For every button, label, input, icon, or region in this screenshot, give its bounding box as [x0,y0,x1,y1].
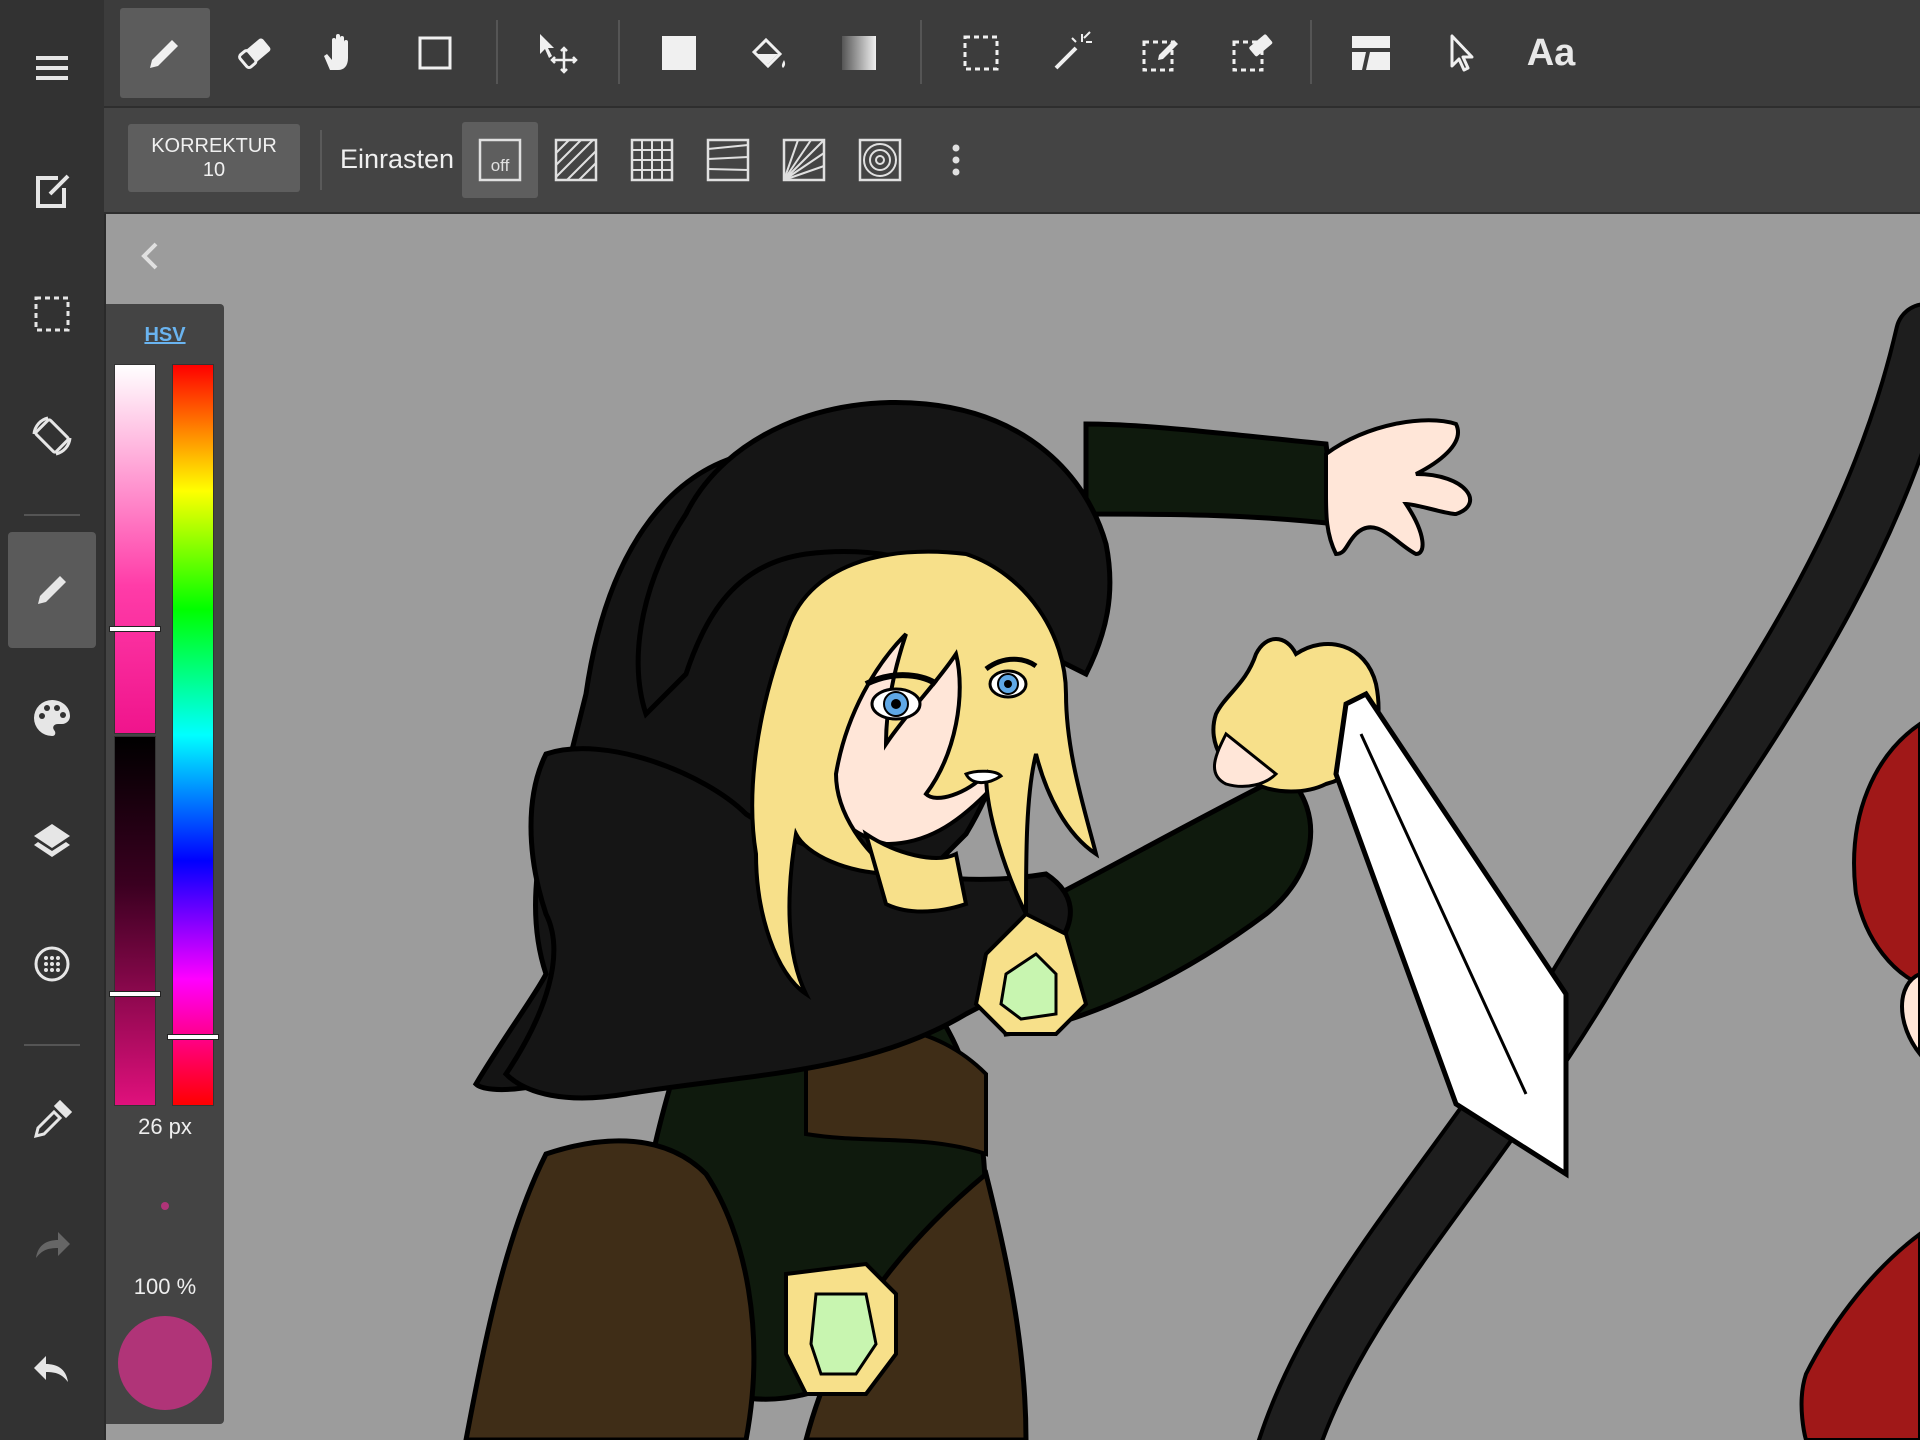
subbar-divider [320,130,322,190]
sidebar-divider [24,1044,80,1046]
snap-off-icon: off [478,138,522,182]
correction-label: KORREKTUR [151,135,277,157]
saturation-bar[interactable] [114,364,156,734]
shape-tool[interactable] [390,8,480,98]
move-tool[interactable] [512,8,602,98]
fill-rectangle-icon [662,36,696,70]
new-canvas-button[interactable] [8,134,96,250]
eyedropper-icon [33,1099,73,1139]
hue-bar[interactable] [172,364,214,1106]
redo-button[interactable] [8,1188,96,1304]
artwork [463,302,1920,1440]
select-eraser-icon [1232,34,1273,72]
shape-tool-icon [418,36,452,70]
bucket-icon [751,37,786,69]
sidebar-divider [24,514,80,516]
more-options-icon [952,144,960,176]
layers-button[interactable] [8,782,96,898]
gradient-tool[interactable] [814,8,904,98]
more-options-button[interactable] [918,122,994,198]
value-slider-handle[interactable] [109,990,161,997]
rotate-screen-icon [32,416,72,456]
snap-parallel-button[interactable] [538,122,614,198]
select-pen-tool[interactable] [1116,8,1206,98]
hand-tool[interactable] [296,8,386,98]
snap-perspective-button[interactable] [690,122,766,198]
correction-button[interactable]: KORREKTUR 10 [128,124,300,192]
brush-size-preview [161,1202,169,1210]
toolbar-divider [618,20,620,84]
palette-button[interactable] [8,660,96,776]
toolbar-divider [920,20,922,84]
select-eraser-tool[interactable] [1206,8,1296,98]
bucket-tool[interactable] [724,8,814,98]
drawing-canvas[interactable] [106,214,1920,1440]
magic-wand-icon [1054,31,1092,70]
pen-button[interactable] [8,532,96,648]
selection-icon [34,296,70,332]
eraser-tool-icon [238,38,271,70]
toolbar-divider [1310,20,1312,84]
color-panel: HSV 26 px 100 % [106,304,224,1424]
palette-icon [34,700,70,736]
hand-tool-icon [324,34,348,70]
toolbar-divider [496,20,498,84]
snap-grid-button[interactable] [614,122,690,198]
snap-off-text: off [491,156,510,175]
rotate-screen-button[interactable] [8,378,96,494]
collapse-panel-icon[interactable] [136,238,166,274]
text-tool[interactable]: Aa [1506,8,1596,98]
snap-radial-icon [782,138,826,182]
operation-tool[interactable] [1416,8,1506,98]
snap-parallel-icon [554,138,598,182]
eyedropper-button[interactable] [8,1062,96,1178]
selection-button[interactable] [8,256,96,372]
snap-circle-icon [858,138,902,182]
new-canvas-icon [36,174,70,208]
select-rect-tool[interactable] [936,8,1026,98]
snap-label: Einrasten [340,144,455,174]
select-rect-icon [963,35,999,71]
snap-circle-button[interactable] [842,122,918,198]
fill-rectangle-tool[interactable] [634,8,724,98]
top-toolbar: Aa [104,0,1920,108]
snap-off-button[interactable]: off [462,122,538,198]
opacity-label: 100 % [133,1274,197,1299]
value-bar[interactable] [114,736,156,1106]
undo-button[interactable] [8,1312,96,1428]
magic-wand-tool[interactable] [1026,8,1116,98]
layers-icon [34,824,70,857]
left-sidebar [0,0,106,1440]
gradient-icon [842,36,876,70]
select-pen-icon [1142,40,1178,72]
correction-value: 10 [202,159,226,181]
operation-cursor-icon [1450,34,1474,72]
snap-radial-button[interactable] [766,122,842,198]
undo-icon [34,1356,68,1382]
pen-icon [38,576,66,604]
text-tool-label: Aa [1526,31,1576,74]
material-button[interactable] [8,906,96,1022]
saturation-slider-handle[interactable] [109,625,161,632]
menu-button[interactable] [8,10,96,126]
pen-tool-icon [150,40,178,68]
hue-slider-handle[interactable] [167,1034,219,1041]
redo-icon [36,1232,70,1258]
brush-options-bar: KORREKTUR 10 Einrasten off [104,108,1920,214]
panel-divide-icon [1352,36,1390,70]
eraser-tool[interactable] [210,8,300,98]
menu-icon [36,56,68,80]
pen-tool[interactable] [120,8,210,98]
current-color-swatch[interactable] [118,1316,212,1410]
hsv-mode-label[interactable]: HSV [106,324,224,347]
panel-divide-tool[interactable] [1326,8,1416,98]
snap-grid-icon [630,138,674,182]
material-icon [34,946,70,982]
move-tool-icon [540,34,578,74]
brush-size-label: 26 px [138,1114,192,1139]
snap-perspective-icon [706,138,750,182]
